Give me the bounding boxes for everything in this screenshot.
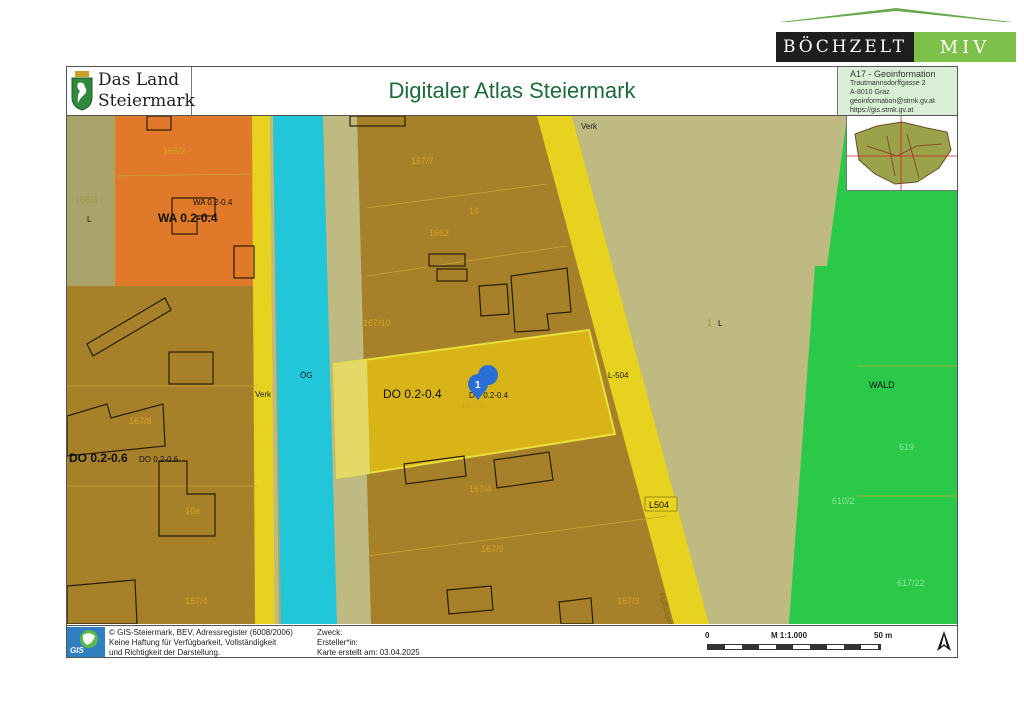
overview-minimap[interactable]	[846, 116, 957, 191]
minimap-svg	[847, 116, 957, 190]
plot-left-strip	[334, 360, 370, 478]
parcel-1671: 167/1	[461, 400, 484, 410]
agency-city: A-8010 Graz	[850, 89, 890, 96]
gis-logo: GIS	[67, 627, 105, 657]
scale-start: 0	[705, 631, 710, 640]
parcel-1662: 1662	[429, 228, 449, 238]
label-l504: L-504	[608, 371, 629, 380]
parcel-10a: 10a	[185, 506, 200, 516]
label-og: ÖG	[300, 371, 312, 380]
agency-street: Trautmannsdorffgasse 2	[850, 80, 926, 87]
map-svg: WA 0.2-0.4 WA 0.2-0.4 DO 0.2-0.4 DO 0.2-…	[67, 116, 957, 624]
brand-name-left: BÖCHZELT	[776, 32, 914, 62]
footer-disclaimer1: Keine Haftung für Verfügbarkeit, Vollstä…	[109, 638, 277, 647]
gis-label: GIS	[70, 646, 84, 655]
parcel-1: 1	[707, 318, 712, 328]
scale-label: M 1:1.000	[771, 631, 808, 640]
zone-wa-orange	[115, 116, 257, 286]
agency-email: geoinformation@stmk.gv.at	[850, 98, 935, 105]
parcel-16: 16	[469, 206, 479, 216]
label-do-left: DO 0.2-0.6	[69, 451, 128, 465]
label-l-khaki: L	[718, 319, 723, 328]
footer-creator: Ersteller*in:	[317, 638, 358, 647]
marker-number: 1	[475, 380, 481, 391]
parcel-619: 619	[899, 442, 914, 452]
label-wa-small: WA 0.2-0.4	[193, 198, 233, 207]
parcel-1652: 165/2	[163, 146, 186, 156]
agency-info: A17 - Geoinformation Trautmannsdorffgass…	[837, 67, 957, 115]
north-arrow-icon	[937, 631, 951, 651]
label-do-main: DO 0.2-0.4	[383, 387, 442, 401]
agency-name: A17 - Geoinformation	[850, 69, 936, 79]
l504-badge: L504	[644, 496, 678, 512]
map-header: Das Land Steiermark Digitaler Atlas Stei…	[67, 67, 957, 116]
page-title: Digitaler Atlas Steiermark	[388, 78, 636, 103]
map-canvas[interactable]: WA 0.2-0.4 WA 0.2-0.4 DO 0.2-0.4 DO 0.2-…	[67, 116, 957, 624]
parcel-6102: 610/2	[832, 496, 855, 506]
parcel-1678: 167/8	[129, 416, 152, 426]
parcel-1663: 166/3	[75, 195, 98, 205]
footer-disclaimer2: und Richtigkeit der Darstellung.	[109, 648, 221, 657]
parcel-1574: 157/4	[185, 596, 208, 606]
label-wald: WALD	[869, 380, 895, 390]
label-verk-left: Verk	[255, 390, 272, 399]
l504-badge-text: L504	[649, 500, 669, 510]
footer-created: Karte erstellt am: 03.04.2025	[317, 648, 420, 657]
label-wa: WA 0.2-0.4	[158, 211, 218, 225]
footer-purpose: Zweck:	[317, 628, 343, 637]
label-l-left: L	[87, 215, 92, 224]
parcel-61722: 617/22	[897, 578, 925, 588]
parcel-1673: 167/3	[617, 596, 640, 606]
steiermark-logo: Das Land Steiermark	[67, 67, 195, 115]
brand-name-right: MIV	[914, 32, 1016, 62]
parcel-1677: 167/7	[411, 156, 434, 166]
map-footer: GIS © GIS-Steiermark, BEV, Adressregiste…	[67, 625, 957, 658]
scale-end: 50 m	[874, 631, 893, 640]
agency-web: https://gis.stmk.gv.at	[850, 107, 914, 114]
parcel-1679: 167/9	[481, 544, 504, 554]
label-do-left-small: DO 0.2-0.6	[139, 455, 179, 464]
footer-copyright: © GIS-Steiermark, BEV, Adressregister (6…	[109, 628, 293, 637]
parcel-1674: 167/4	[469, 484, 492, 494]
parcel-16710: 167/10	[363, 318, 391, 328]
logo-line1: Das Land	[98, 70, 180, 90]
logo-line2: Steiermark	[98, 91, 195, 111]
scale-bar	[707, 644, 881, 650]
label-verk-top: Verk	[581, 122, 598, 131]
coat-of-arms-icon	[71, 71, 93, 111]
roof-icon	[780, 8, 1012, 22]
brand-logo: BÖCHZELT MIV	[776, 8, 1016, 62]
